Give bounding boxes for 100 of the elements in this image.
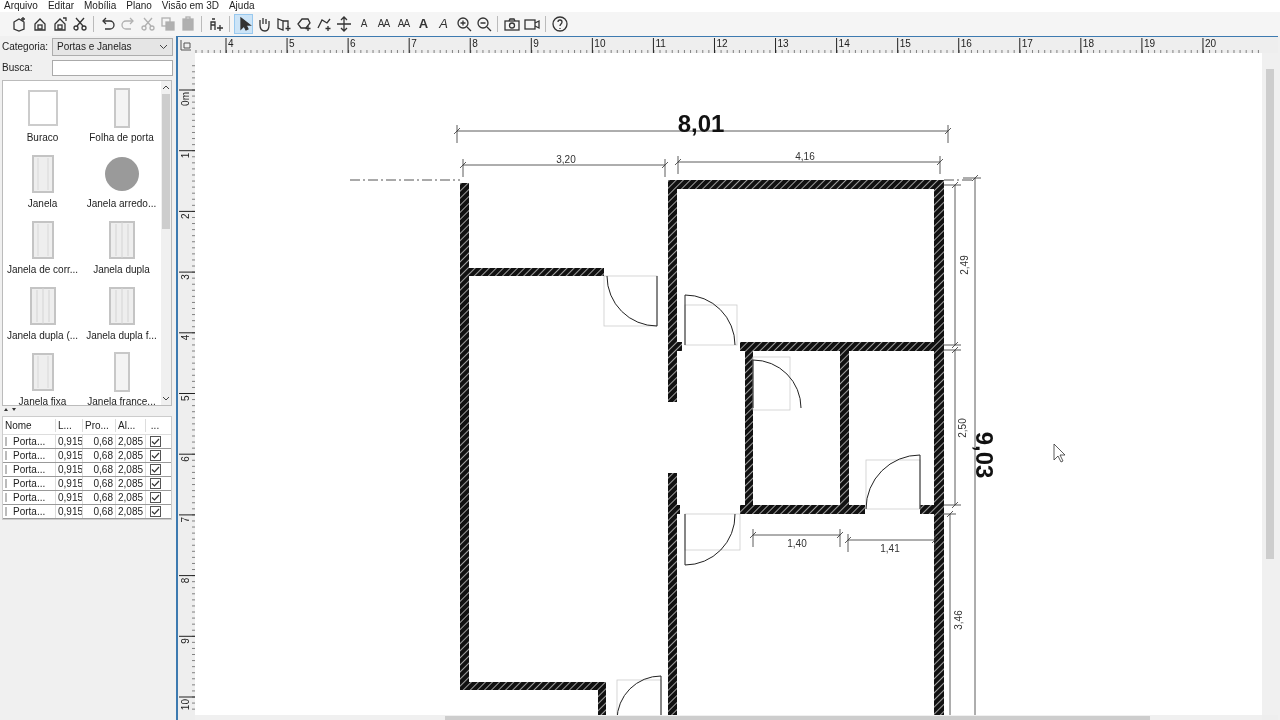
table-cell: 2,085 <box>116 449 146 462</box>
ruler-label: 10 <box>594 38 606 49</box>
door-symbol[interactable] <box>684 513 741 566</box>
ruler-label: 17 <box>1021 38 1033 49</box>
table-cell: 0,915 <box>56 435 83 448</box>
text-style-button[interactable]: AA <box>374 14 393 34</box>
floor-plan-canvas[interactable]: 8,01 3,20 4,16 2,49 2,50 9,03 3,46 1,40 1,41 <box>195 53 1262 715</box>
column-header[interactable]: Al... <box>116 419 146 432</box>
wall[interactable] <box>598 690 606 715</box>
ruler-label: 5 <box>180 395 191 402</box>
wall[interactable] <box>469 268 604 276</box>
search-label: Busca: <box>2 62 34 73</box>
menu-item[interactable]: Editar <box>47 0 75 12</box>
wall[interactable] <box>740 505 865 514</box>
wall[interactable] <box>920 505 934 514</box>
table-cell: 0,915 <box>56 463 83 476</box>
ruler-label: 18 <box>1082 38 1094 49</box>
table-cell: Porta... <box>3 491 56 504</box>
door-symbol[interactable] <box>865 454 921 510</box>
menu-item[interactable]: Plano <box>126 0 152 12</box>
text-style-button[interactable]: A <box>354 14 373 34</box>
ruler-label: 16 <box>960 38 972 49</box>
catalog-item[interactable]: Janela dupla f... <box>82 279 161 345</box>
dimension-label: 3,46 <box>953 610 964 630</box>
dimension-label: 9,03 <box>970 431 998 479</box>
ruler-label: 19 <box>1143 38 1156 49</box>
menu-item[interactable]: Mobília <box>84 0 117 12</box>
ruler-label: 1 <box>180 152 191 159</box>
zoom-out-button[interactable] <box>474 14 493 34</box>
catalog-item[interactable]: Folha de porta <box>82 81 161 147</box>
chevron-up-icon <box>162 84 170 90</box>
dimension-label: 1,40 <box>787 538 807 549</box>
catalog-item[interactable]: Janela dupla <box>82 213 161 279</box>
text-style-button[interactable]: A <box>414 14 433 34</box>
ruler-label: 6 <box>180 456 191 462</box>
search-field[interactable] <box>52 59 173 76</box>
door-symbol[interactable] <box>684 294 738 346</box>
zoom-in-button[interactable] <box>454 14 473 34</box>
column-header[interactable]: Pro... <box>83 419 116 432</box>
checkbox[interactable] <box>149 478 161 489</box>
wall[interactable] <box>934 189 944 715</box>
catalog-item[interactable]: Janela dupla (... <box>3 279 82 345</box>
wall[interactable] <box>668 473 677 715</box>
ruler-label: 12 <box>716 38 728 49</box>
dimension-line[interactable] <box>844 533 939 553</box>
mouse-pointer-icon <box>1053 443 1066 463</box>
text-style-button[interactable]: AA <box>394 14 413 34</box>
catalog-item[interactable]: Buraco <box>3 81 82 147</box>
wall[interactable] <box>668 180 944 189</box>
wall[interactable] <box>840 351 849 505</box>
wall[interactable] <box>677 342 682 351</box>
select-button[interactable] <box>234 14 253 34</box>
ruler-label: 9 <box>180 638 191 644</box>
dimension-line[interactable] <box>942 181 962 349</box>
catalog-item[interactable]: Janela arredo... <box>82 147 161 213</box>
wall[interactable] <box>745 351 753 505</box>
checkbox[interactable] <box>149 506 161 517</box>
table-cell: 2,085 <box>116 435 146 448</box>
column-header[interactable]: Nome <box>3 419 56 432</box>
dimensions-button[interactable] <box>334 14 353 34</box>
round-window-icon <box>103 154 140 194</box>
ruler-label: 5 <box>289 38 295 49</box>
checkbox[interactable] <box>149 464 161 475</box>
table-cell: 2,085 <box>116 491 146 504</box>
table-cell: 0,915 <box>56 505 83 518</box>
ruler-label: 20 <box>1204 38 1217 49</box>
catalog-item[interactable]: Janela de corr... <box>3 213 82 279</box>
dimension-label: 4,16 <box>795 151 815 162</box>
column-header[interactable]: L... <box>56 419 83 432</box>
checkbox[interactable] <box>149 436 161 447</box>
menu-item[interactable]: Visão em 3D <box>161 0 219 12</box>
table-cell: Porta... <box>3 449 56 462</box>
ruler-label: 7 <box>411 38 417 49</box>
dimension-label: 8,01 <box>677 110 725 138</box>
table-cell: Porta... <box>3 463 56 476</box>
catalog-item[interactable]: Janela france... <box>82 345 161 411</box>
wall[interactable] <box>740 342 934 351</box>
door-symbol[interactable] <box>752 356 802 411</box>
ruler-label: 4 <box>228 38 234 49</box>
checkbox[interactable] <box>149 450 161 461</box>
split-arrows-icon[interactable] <box>3 407 17 412</box>
column-header[interactable]: ... <box>146 419 164 432</box>
table-cell: 2,085 <box>116 477 146 490</box>
help-button[interactable] <box>550 14 569 34</box>
scrollbar[interactable] <box>161 81 171 405</box>
menu-item[interactable]: Arquivo <box>4 0 38 12</box>
ruler-label: 0m <box>180 92 191 106</box>
checkbox[interactable] <box>149 492 161 503</box>
dimension-label: 2,49 <box>959 255 970 275</box>
menu-item[interactable]: Ajuda <box>228 0 255 12</box>
wall[interactable] <box>668 189 677 402</box>
category-dropdown[interactable]: Portas e Janelas <box>52 37 173 56</box>
ruler-label: 13 <box>777 38 789 49</box>
catalog-item[interactable]: Janela <box>3 147 82 213</box>
table-cell: Porta... <box>3 477 56 490</box>
table-cell: 2,085 <box>116 505 146 518</box>
text-style-button[interactable]: A <box>434 14 453 34</box>
dimension-label: 2,50 <box>957 418 968 438</box>
catalog-item[interactable]: Janela fixa <box>3 345 82 411</box>
ruler-label: 9 <box>533 38 539 49</box>
